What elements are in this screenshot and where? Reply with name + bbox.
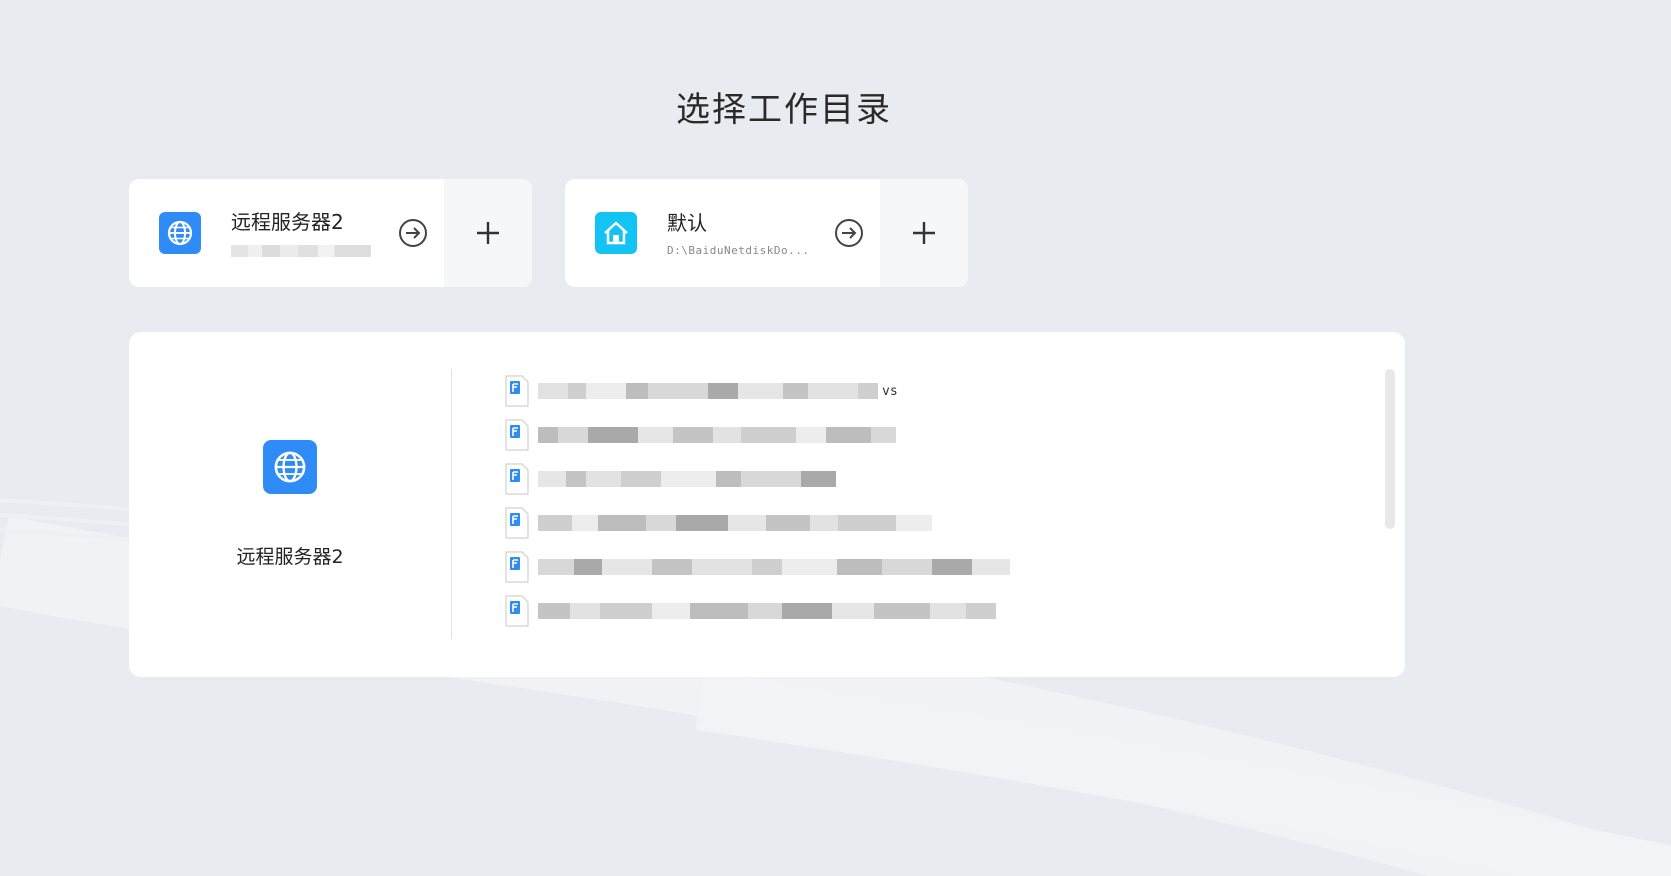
directory-panel: 远程服务器2 vs [129,332,1405,677]
workspace-card-main[interactable]: 远程服务器2 [129,179,444,287]
file-icon [505,463,529,495]
file-name-redacted [538,515,932,531]
workspace-path: D:\BaiduNetdiskDo... [667,243,810,257]
arrow-right-circle-icon[interactable] [834,218,864,248]
plus-icon [913,222,935,244]
file-icon [505,595,529,627]
file-row[interactable] [504,589,1334,633]
file-icon [505,507,529,539]
file-name-redacted [538,559,1010,575]
workspace-name: 默认 [667,210,707,235]
file-row[interactable] [504,413,1334,457]
file-name-redacted [538,471,836,487]
server-summary: 远程服务器2 [129,369,452,639]
file-name-suffix: vs [882,383,898,399]
file-name-redacted [538,427,896,443]
file-name-redacted [538,603,996,619]
globe-icon [159,212,201,254]
server-label: 远程服务器2 [236,545,344,568]
add-button[interactable] [444,179,532,287]
file-icon [505,375,529,407]
workspace-card-default[interactable]: 默认 D:\BaiduNetdiskDo... [565,179,968,287]
file-row[interactable] [504,501,1334,545]
file-list: vs [504,369,1334,633]
page-title: 选择工作目录 [676,90,892,130]
file-icon [505,419,529,451]
add-button[interactable] [880,179,968,287]
home-icon [595,212,637,254]
file-icon [505,551,529,583]
plus-icon [477,222,499,244]
arrow-right-circle-icon[interactable] [398,218,428,248]
file-row[interactable] [504,545,1334,589]
file-name-redacted [538,383,878,399]
file-row[interactable]: vs [504,369,1334,413]
workspace-card-main[interactable]: 默认 D:\BaiduNetdiskDo... [565,179,880,287]
workspace-card-remote-server[interactable]: 远程服务器2 [129,179,532,287]
workspace-path-redacted [231,245,371,257]
globe-icon [263,439,317,494]
workspace-name: 远程服务器2 [231,210,344,234]
file-row[interactable] [504,457,1334,501]
scrollbar[interactable] [1385,369,1395,529]
